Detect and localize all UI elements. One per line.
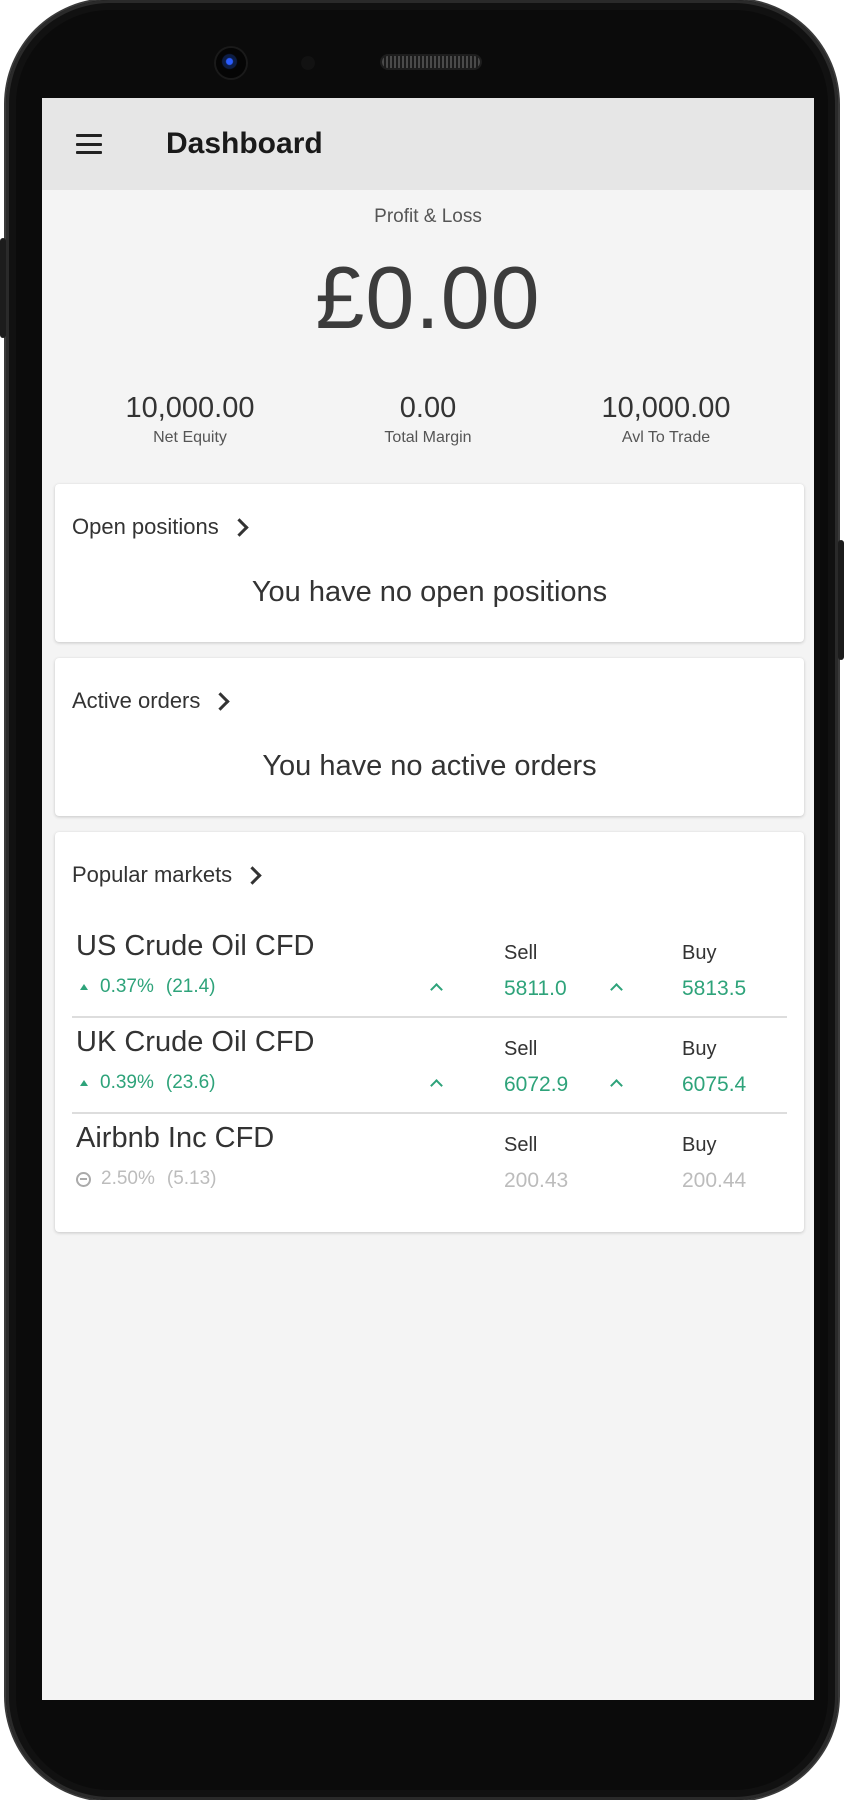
stat-total-margin: 0.00 Total Margin xyxy=(328,392,528,447)
triangle-up-icon xyxy=(80,984,88,990)
market-row-airbnb[interactable]: Airbnb Inc CFD 2.50% (5.13) Sell 200.43 … xyxy=(72,1114,787,1210)
sell-price: 5811.0 xyxy=(504,977,567,1000)
active-orders-card: Active orders You have no active orders xyxy=(55,658,804,816)
popular-markets-header[interactable]: Popular markets xyxy=(55,832,804,888)
earpiece-speaker-icon xyxy=(382,56,480,68)
stat-label: Avl To Trade xyxy=(621,429,711,446)
popular-markets-card: Popular markets US Crude Oil CFD 0.37% (… xyxy=(55,832,804,1232)
buy-price: 5813.5 xyxy=(682,977,747,1000)
sell-price-button[interactable]: 6072.9 xyxy=(430,1072,572,1098)
caret-up-icon xyxy=(430,1079,443,1092)
account-stats: 10,000.00 Net Equity 0.00 Total Margin 1… xyxy=(42,392,814,447)
app-screen: Dashboard Profit & Loss £0.00 10,000.00 … xyxy=(42,98,814,1700)
sell-price: 6072.9 xyxy=(504,1073,569,1096)
profit-loss-label: Profit & Loss xyxy=(374,206,482,227)
card-title: Popular markets xyxy=(72,862,233,887)
phone-power-button xyxy=(838,540,844,660)
open-positions-header[interactable]: Open positions xyxy=(55,484,804,540)
market-name: Airbnb Inc CFD xyxy=(76,1122,275,1154)
market-row-us-crude-oil[interactable]: US Crude Oil CFD 0.37% (21.4) Sell 5811.… xyxy=(72,922,787,1018)
buy-label: Buy xyxy=(682,1134,717,1156)
change-absolute: (5.13) xyxy=(166,1168,217,1189)
stat-value: 10,000.00 xyxy=(601,392,731,424)
front-camera-icon xyxy=(216,48,246,78)
change-absolute: (23.6) xyxy=(165,1072,216,1093)
hamburger-menu-icon[interactable] xyxy=(76,134,102,154)
buy-price: 6075.4 xyxy=(682,1073,747,1096)
buy-label: Buy xyxy=(682,1038,717,1060)
triangle-up-icon xyxy=(80,1080,88,1086)
sell-label: Sell xyxy=(504,1134,538,1156)
stat-net-equity: 10,000.00 Net Equity xyxy=(90,392,290,447)
open-positions-card: Open positions You have no open position… xyxy=(55,484,804,642)
market-name: UK Crude Oil CFD xyxy=(76,1026,315,1058)
market-change: 2.50% (5.13) xyxy=(76,1168,217,1190)
change-percent: 0.39% xyxy=(100,1072,154,1093)
buy-price-button[interactable]: 6075.4 xyxy=(610,1072,772,1098)
stat-value: 0.00 xyxy=(399,392,457,424)
app-bar: Dashboard xyxy=(42,98,814,190)
sell-label: Sell xyxy=(504,942,538,964)
change-percent: 2.50% xyxy=(101,1168,155,1189)
profit-loss-value: £0.00 xyxy=(315,248,541,347)
active-orders-empty-text: You have no active orders xyxy=(262,750,597,782)
caret-up-icon xyxy=(610,983,623,996)
stat-available-to-trade: 10,000.00 Avl To Trade xyxy=(566,392,766,447)
stat-label: Total Margin xyxy=(384,429,472,446)
sell-price-button[interactable]: 5811.0 xyxy=(430,976,572,1002)
stat-label: Net Equity xyxy=(153,429,227,446)
market-row-uk-crude-oil[interactable]: UK Crude Oil CFD 0.39% (23.6) Sell 6072.… xyxy=(72,1018,787,1114)
open-positions-empty-text: You have no open positions xyxy=(251,576,608,608)
active-orders-header[interactable]: Active orders xyxy=(55,658,804,714)
phone-volume-button xyxy=(0,238,6,338)
buy-price-button[interactable]: 5813.5 xyxy=(610,976,772,1002)
sell-price: 200.43 xyxy=(504,1169,569,1192)
buy-label: Buy xyxy=(682,942,717,964)
card-title: Open positions xyxy=(72,514,219,539)
page-title: Dashboard xyxy=(166,127,323,160)
chevron-right-icon xyxy=(230,517,249,537)
card-title: Active orders xyxy=(72,688,201,713)
proximity-sensor-icon xyxy=(301,56,315,70)
market-closed-icon xyxy=(76,1171,91,1187)
change-percent: 0.37% xyxy=(100,976,154,997)
sell-label: Sell xyxy=(504,1038,538,1060)
market-name: US Crude Oil CFD xyxy=(76,930,315,962)
caret-up-icon xyxy=(610,1079,623,1092)
market-list: US Crude Oil CFD 0.37% (21.4) Sell 5811.… xyxy=(55,922,804,1210)
chevron-right-icon xyxy=(211,691,231,711)
phone-frame: Dashboard Profit & Loss £0.00 10,000.00 … xyxy=(6,0,838,1800)
buy-price: 200.44 xyxy=(682,1169,747,1192)
market-change: 0.37% (21.4) xyxy=(76,976,216,998)
change-absolute: (21.4) xyxy=(165,976,216,997)
caret-up-icon xyxy=(430,983,443,996)
chevron-right-icon xyxy=(243,865,262,885)
stat-value: 10,000.00 xyxy=(125,392,255,424)
market-change: 0.39% (23.6) xyxy=(76,1072,216,1094)
